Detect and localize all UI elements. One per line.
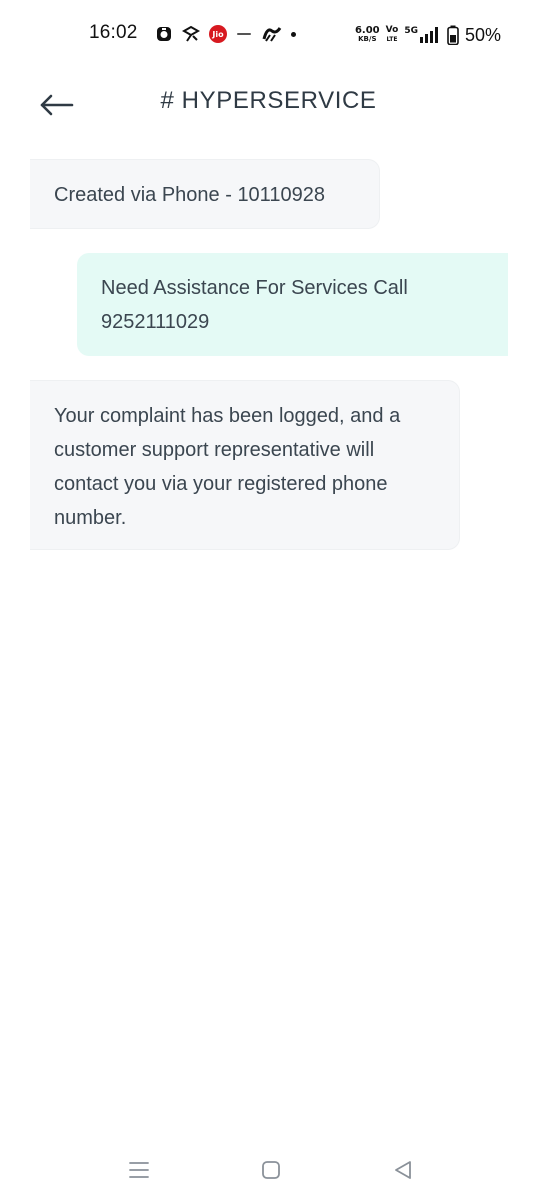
network-speed: 6.00 KB/S — [355, 26, 380, 44]
menu-icon — [129, 1162, 149, 1178]
page-title: # HYPERSERVICE — [160, 87, 377, 114]
home-button[interactable] — [255, 1154, 287, 1186]
message-text: Your complaint has been logged, and a cu… — [54, 405, 401, 529]
network-speed-value: 6.00 — [354, 25, 380, 36]
volte-bottom: LTE — [386, 36, 398, 43]
message-incoming: Your complaint has been logged, and a cu… — [30, 380, 460, 550]
notification-icons: Jio — [155, 22, 296, 46]
volte-indicator: Vo LTE — [386, 26, 399, 44]
status-right: 6.00 KB/S Vo LTE 5G 50% — [355, 22, 501, 48]
small-app-icon — [235, 30, 253, 38]
back-triangle-icon — [395, 1161, 411, 1179]
app-notification-icon — [155, 25, 173, 43]
system-back-button[interactable] — [387, 1154, 419, 1186]
message-text: Created via Phone - 10110928 — [54, 184, 325, 206]
message-outgoing: Need Assistance For Services Call 925211… — [77, 253, 508, 356]
network-type: 5G — [404, 26, 418, 36]
status-time: 16:02 — [89, 22, 138, 43]
delivery-notification-icon — [181, 25, 201, 43]
message-incoming: Created via Phone - 10110928 — [30, 159, 380, 229]
chat-header: # HYPERSERVICE — [0, 75, 537, 135]
status-bar: 16:02 Jio 6.00 KB/S Vo LTE 5G 50% — [0, 0, 537, 70]
jio-icon: Jio — [209, 25, 227, 43]
network-speed-unit: KB/S — [358, 35, 377, 43]
signal-icon: 5G — [404, 26, 441, 44]
more-notifications-dot-icon — [291, 31, 296, 37]
recent-apps-button[interactable] — [123, 1154, 155, 1186]
stylized-app-icon — [261, 25, 283, 43]
home-square-icon — [262, 1161, 280, 1179]
message-text: Need Assistance For Services Call 925211… — [101, 277, 408, 333]
system-nav-bar — [0, 1140, 537, 1200]
volte-top: Vo — [385, 25, 399, 35]
battery-percent: 50% — [464, 24, 501, 45]
battery-icon — [447, 25, 459, 45]
